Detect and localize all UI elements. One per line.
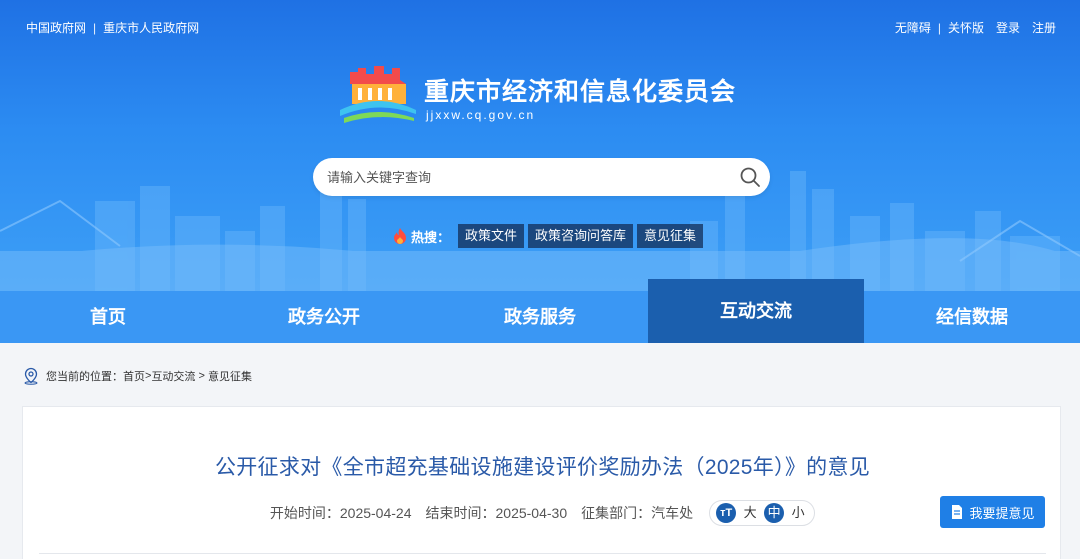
start-time: 开始时间：2025-04-24 bbox=[269, 505, 412, 521]
breadcrumb-opinion[interactable]: 意见征集 bbox=[208, 368, 252, 384]
location-pin-icon bbox=[24, 367, 38, 385]
font-size-medium[interactable]: 中 bbox=[764, 503, 785, 523]
main-nav: 首页 政务公开 政务服务 互动交流 经信数据 bbox=[0, 279, 1080, 343]
submit-opinion-label: 我要提意见 bbox=[969, 505, 1035, 521]
site-domain: jjxxw.cq.gov.cn bbox=[426, 108, 536, 122]
article-title: 公开征求对《全市超充基础设施建设评价奖励办法（2025年）》的意见 bbox=[214, 456, 871, 479]
search-icon[interactable] bbox=[738, 165, 762, 189]
nav-gov-affairs[interactable]: 政务公开 bbox=[216, 291, 432, 343]
department: 征集部门：汽车处 bbox=[581, 505, 694, 521]
search-bar bbox=[313, 158, 770, 196]
font-size-small[interactable]: 小 bbox=[788, 503, 808, 523]
hot-tag-policy-qa[interactable]: 政策咨询问答库 bbox=[528, 224, 634, 248]
document-edit-icon bbox=[952, 505, 963, 519]
flame-icon bbox=[394, 228, 406, 244]
hot-tag-opinion-collection[interactable]: 意见征集 bbox=[637, 224, 704, 248]
nav-economy-data[interactable]: 经信数据 bbox=[864, 291, 1080, 343]
font-size-icon: тT bbox=[716, 503, 737, 523]
nav-interaction[interactable]: 互动交流 bbox=[648, 279, 864, 343]
hot-search-row: 热搜： 政策文件 政策咨询问答库 意见征集 bbox=[392, 224, 707, 248]
hot-search-label: 热搜： bbox=[392, 227, 450, 246]
hot-search-label-text: 热搜： bbox=[411, 229, 451, 245]
font-size-control: тT 大 中 小 bbox=[709, 500, 816, 526]
top-left-links: 中国政府网 | 重庆市人民政府网 bbox=[26, 19, 199, 36]
nav-home[interactable]: 首页 bbox=[0, 291, 216, 343]
site-title: 重庆市经济和信息化委员会 bbox=[424, 78, 737, 106]
end-time: 结束时间：2025-04-30 bbox=[425, 505, 568, 521]
breadcrumb-interaction[interactable]: 互动交流 bbox=[151, 368, 195, 384]
nav-gov-services[interactable]: 政务服务 bbox=[432, 291, 648, 343]
divider bbox=[39, 553, 1046, 554]
article-card: 公开征求对《全市超充基础设施建设评价奖励办法（2025年）》的意见 开始时间：2… bbox=[22, 406, 1061, 559]
hot-tag-policy-files[interactable]: 政策文件 bbox=[458, 224, 525, 248]
separator: | bbox=[93, 20, 97, 35]
link-register[interactable]: 注册 bbox=[1032, 19, 1056, 36]
link-login[interactable]: 登录 bbox=[996, 19, 1020, 36]
font-size-large[interactable]: 大 bbox=[740, 503, 760, 523]
link-accessibility[interactable]: 无障碍 bbox=[895, 19, 931, 36]
article-meta: 开始时间：2025-04-24 结束时间：2025-04-30 征集部门：汽车处… bbox=[23, 500, 1062, 526]
submit-opinion-button[interactable]: 我要提意见 bbox=[940, 496, 1045, 528]
link-care-mode[interactable]: 关怀版 bbox=[948, 19, 984, 36]
breadcrumb-prefix: 您当前的位置： bbox=[46, 371, 123, 383]
breadcrumb-home[interactable]: 首页 bbox=[123, 368, 145, 384]
site-header: 中国政府网 | 重庆市人民政府网 无障碍 | 关怀版 登录 注册 重庆市经济和信… bbox=[0, 0, 1080, 291]
breadcrumb: 您当前的位置： 首页 > 互动交流 > 意见征集 bbox=[22, 366, 252, 386]
site-logo-block[interactable]: 重庆市经济和信息化委员会 jjxxw.cq.gov.cn bbox=[338, 62, 758, 130]
top-right-links: 无障碍 | 关怀版 登录 注册 bbox=[895, 19, 1056, 36]
top-utility-bar: 中国政府网 | 重庆市人民政府网 无障碍 | 关怀版 登录 注册 bbox=[0, 0, 1080, 54]
search-input[interactable] bbox=[327, 158, 727, 196]
logo-icon bbox=[340, 66, 416, 123]
link-chongqing-gov[interactable]: 重庆市人民政府网 bbox=[103, 19, 199, 36]
link-china-gov[interactable]: 中国政府网 bbox=[26, 19, 86, 36]
separator: | bbox=[937, 20, 941, 35]
